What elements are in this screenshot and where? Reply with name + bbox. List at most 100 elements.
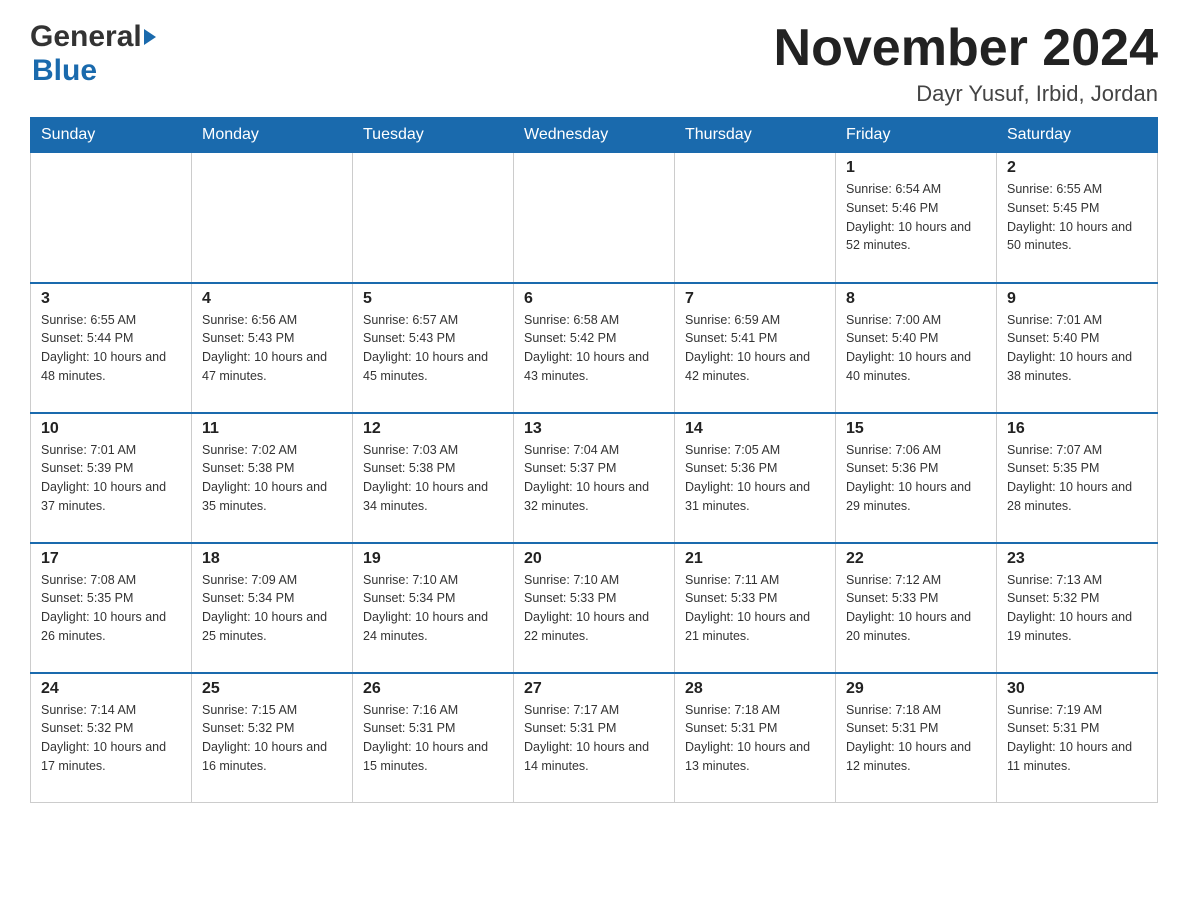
day-info: Sunrise: 7:00 AMSunset: 5:40 PMDaylight:… — [846, 311, 986, 386]
day-cell-6: 6 Sunrise: 6:58 AMSunset: 5:42 PMDaylight… — [514, 283, 675, 413]
day-cell-26: 26 Sunrise: 7:16 AMSunset: 5:31 PMDayligh… — [353, 673, 514, 803]
day-info: Sunrise: 7:03 AMSunset: 5:38 PMDaylight:… — [363, 441, 503, 516]
day-info: Sunrise: 7:12 AMSunset: 5:33 PMDaylight:… — [846, 571, 986, 646]
day-cell-27: 27 Sunrise: 7:17 AMSunset: 5:31 PMDayligh… — [514, 673, 675, 803]
day-cell-29: 29 Sunrise: 7:18 AMSunset: 5:31 PMDayligh… — [836, 673, 997, 803]
logo-general-text: General — [30, 20, 142, 54]
day-info: Sunrise: 6:57 AMSunset: 5:43 PMDaylight:… — [363, 311, 503, 386]
week-row-2: 3 Sunrise: 6:55 AMSunset: 5:44 PMDaylight… — [31, 283, 1158, 413]
day-number: 5 — [363, 290, 503, 308]
day-cell-7: 7 Sunrise: 6:59 AMSunset: 5:41 PMDaylight… — [675, 283, 836, 413]
day-number: 30 — [1007, 680, 1147, 698]
day-number: 23 — [1007, 550, 1147, 568]
day-cell-4: 4 Sunrise: 6:56 AMSunset: 5:43 PMDaylight… — [192, 283, 353, 413]
day-cell-empty-0-2 — [353, 153, 514, 283]
day-cell-20: 20Sunrise: 7:10 AMSunset: 5:33 PMDayligh… — [514, 543, 675, 673]
day-cell-empty-0-3 — [514, 153, 675, 283]
day-cell-14: 14 Sunrise: 7:05 AMSunset: 5:36 PMDayligh… — [675, 413, 836, 543]
day-cell-2: 2Sunrise: 6:55 AMSunset: 5:45 PMDaylight… — [997, 153, 1158, 283]
day-info: Sunrise: 7:18 AMSunset: 5:31 PMDaylight:… — [846, 701, 986, 776]
day-number: 11 — [202, 420, 342, 438]
day-cell-23: 23 Sunrise: 7:13 AMSunset: 5:32 PMDayligh… — [997, 543, 1158, 673]
day-info: Sunrise: 7:09 AMSunset: 5:34 PMDaylight:… — [202, 571, 342, 646]
week-row-1: 1 Sunrise: 6:54 AMSunset: 5:46 PMDaylight… — [31, 153, 1158, 283]
day-info: Sunrise: 7:13 AMSunset: 5:32 PMDaylight:… — [1007, 571, 1147, 646]
weekday-header-sunday: Sunday — [31, 118, 192, 153]
day-info: Sunrise: 6:56 AMSunset: 5:43 PMDaylight:… — [202, 311, 342, 386]
day-number: 19 — [363, 550, 503, 568]
day-info: Sunrise: 6:54 AMSunset: 5:46 PMDaylight:… — [846, 180, 986, 255]
day-number: 14 — [685, 420, 825, 438]
day-number: 17 — [41, 550, 181, 568]
day-cell-24: 24 Sunrise: 7:14 AMSunset: 5:32 PMDayligh… — [31, 673, 192, 803]
day-cell-28: 28Sunrise: 7:18 AMSunset: 5:31 PMDayligh… — [675, 673, 836, 803]
day-info: Sunrise: 7:07 AMSunset: 5:35 PMDaylight:… — [1007, 441, 1147, 516]
day-cell-3: 3 Sunrise: 6:55 AMSunset: 5:44 PMDaylight… — [31, 283, 192, 413]
weekday-header-wednesday: Wednesday — [514, 118, 675, 153]
day-cell-16: 16 Sunrise: 7:07 AMSunset: 5:35 PMDayligh… — [997, 413, 1158, 543]
day-cell-21: 21 Sunrise: 7:11 AMSunset: 5:33 PMDayligh… — [675, 543, 836, 673]
day-info: Sunrise: 7:02 AMSunset: 5:38 PMDaylight:… — [202, 441, 342, 516]
day-info: Sunrise: 6:59 AMSunset: 5:41 PMDaylight:… — [685, 311, 825, 386]
weekday-header-thursday: Thursday — [675, 118, 836, 153]
weekday-header-saturday: Saturday — [997, 118, 1158, 153]
day-cell-9: 9Sunrise: 7:01 AMSunset: 5:40 PMDaylight… — [997, 283, 1158, 413]
day-cell-18: 18 Sunrise: 7:09 AMSunset: 5:34 PMDayligh… — [192, 543, 353, 673]
page-header: General Blue November 2024 Dayr Yusuf, I… — [30, 20, 1158, 107]
day-cell-17: 17Sunrise: 7:08 AMSunset: 5:35 PMDayligh… — [31, 543, 192, 673]
day-info: Sunrise: 7:11 AMSunset: 5:33 PMDaylight:… — [685, 571, 825, 646]
day-number: 8 — [846, 290, 986, 308]
day-cell-empty-0-4 — [675, 153, 836, 283]
day-cell-10: 10 Sunrise: 7:01 AMSunset: 5:39 PMDayligh… — [31, 413, 192, 543]
day-number: 18 — [202, 550, 342, 568]
logo-blue-text: Blue — [30, 54, 97, 88]
day-number: 6 — [524, 290, 664, 308]
day-info: Sunrise: 7:01 AMSunset: 5:39 PMDaylight:… — [41, 441, 181, 516]
day-cell-1: 1 Sunrise: 6:54 AMSunset: 5:46 PMDaylight… — [836, 153, 997, 283]
day-cell-11: 11 Sunrise: 7:02 AMSunset: 5:38 PMDayligh… — [192, 413, 353, 543]
logo-triangle-icon — [144, 29, 156, 45]
day-number: 2 — [1007, 159, 1147, 177]
day-cell-empty-0-1 — [192, 153, 353, 283]
day-number: 7 — [685, 290, 825, 308]
day-info: Sunrise: 7:14 AMSunset: 5:32 PMDaylight:… — [41, 701, 181, 776]
week-row-3: 10 Sunrise: 7:01 AMSunset: 5:39 PMDayligh… — [31, 413, 1158, 543]
day-cell-22: 22 Sunrise: 7:12 AMSunset: 5:33 PMDayligh… — [836, 543, 997, 673]
day-info: Sunrise: 7:01 AMSunset: 5:40 PMDaylight:… — [1007, 311, 1147, 386]
day-number: 4 — [202, 290, 342, 308]
day-number: 28 — [685, 680, 825, 698]
day-number: 24 — [41, 680, 181, 698]
day-info: Sunrise: 7:05 AMSunset: 5:36 PMDaylight:… — [685, 441, 825, 516]
day-cell-12: 12 Sunrise: 7:03 AMSunset: 5:38 PMDayligh… — [353, 413, 514, 543]
day-info: Sunrise: 7:15 AMSunset: 5:32 PMDaylight:… — [202, 701, 342, 776]
day-number: 21 — [685, 550, 825, 568]
title-block: November 2024 Dayr Yusuf, Irbid, Jordan — [774, 20, 1158, 107]
day-number: 12 — [363, 420, 503, 438]
day-info: Sunrise: 6:55 AMSunset: 5:44 PMDaylight:… — [41, 311, 181, 386]
day-number: 1 — [846, 159, 986, 177]
day-number: 26 — [363, 680, 503, 698]
day-number: 10 — [41, 420, 181, 438]
day-number: 22 — [846, 550, 986, 568]
day-number: 25 — [202, 680, 342, 698]
day-cell-30: 30Sunrise: 7:19 AMSunset: 5:31 PMDayligh… — [997, 673, 1158, 803]
day-number: 27 — [524, 680, 664, 698]
day-info: Sunrise: 7:16 AMSunset: 5:31 PMDaylight:… — [363, 701, 503, 776]
calendar-table: SundayMondayTuesdayWednesdayThursdayFrid… — [30, 117, 1158, 803]
day-number: 16 — [1007, 420, 1147, 438]
weekday-header-friday: Friday — [836, 118, 997, 153]
day-number: 3 — [41, 290, 181, 308]
day-cell-13: 13Sunrise: 7:04 AMSunset: 5:37 PMDayligh… — [514, 413, 675, 543]
calendar-location: Dayr Yusuf, Irbid, Jordan — [774, 81, 1158, 107]
week-row-5: 24 Sunrise: 7:14 AMSunset: 5:32 PMDayligh… — [31, 673, 1158, 803]
day-info: Sunrise: 7:17 AMSunset: 5:31 PMDaylight:… — [524, 701, 664, 776]
day-cell-25: 25 Sunrise: 7:15 AMSunset: 5:32 PMDayligh… — [192, 673, 353, 803]
day-info: Sunrise: 7:06 AMSunset: 5:36 PMDaylight:… — [846, 441, 986, 516]
logo: General Blue — [30, 20, 156, 88]
day-info: Sunrise: 6:58 AMSunset: 5:42 PMDaylight:… — [524, 311, 664, 386]
day-number: 29 — [846, 680, 986, 698]
day-number: 13 — [524, 420, 664, 438]
day-cell-empty-0-0 — [31, 153, 192, 283]
week-row-4: 17Sunrise: 7:08 AMSunset: 5:35 PMDayligh… — [31, 543, 1158, 673]
day-cell-8: 8 Sunrise: 7:00 AMSunset: 5:40 PMDaylight… — [836, 283, 997, 413]
